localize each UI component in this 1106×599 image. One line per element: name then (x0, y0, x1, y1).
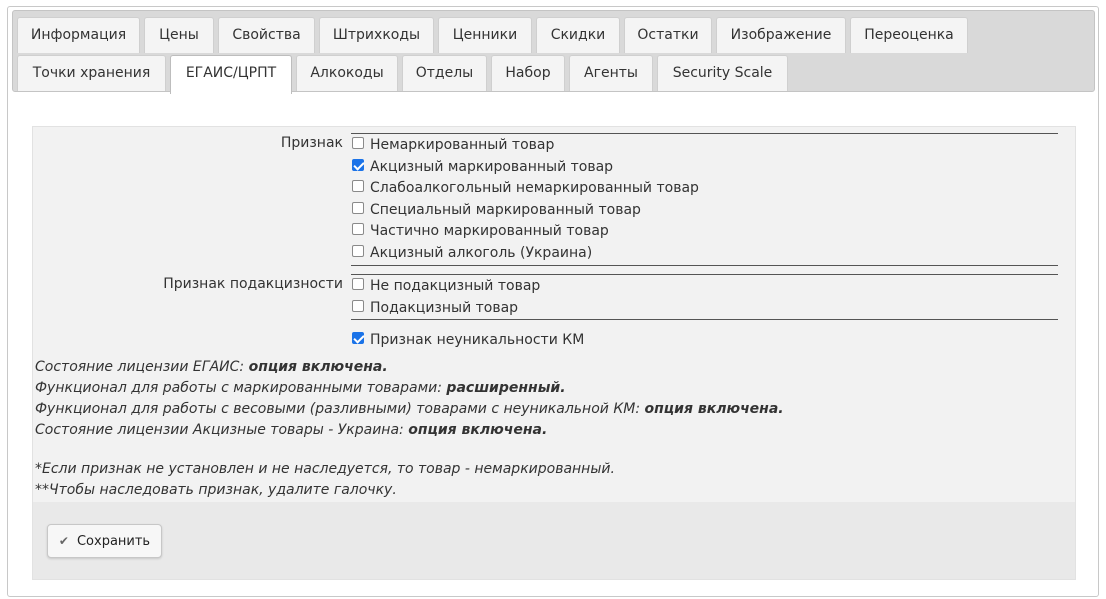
group-divider (351, 274, 1058, 275)
tab-tochki-hraneniya[interactable]: Точки хранения (17, 55, 166, 91)
group-divider (351, 319, 1058, 320)
group-divider (351, 265, 1058, 266)
save-button[interactable]: ✔ Сохранить (47, 524, 162, 558)
option-label: Подакцизный товар (370, 300, 519, 316)
check-icon: ✔ (58, 534, 69, 548)
checkbox[interactable] (352, 223, 364, 235)
tab-ceny[interactable]: Цены (144, 17, 214, 53)
tab-nabor[interactable]: Набор (491, 55, 565, 91)
note-unmarked: *Если признак не установлен и не наследу… (35, 461, 615, 477)
tab-otdely[interactable]: Отделы (402, 55, 487, 91)
option-not-excise[interactable]: Не подакцизный товар (352, 276, 540, 296)
option-label: Акцизный алкоголь (Украина) (370, 245, 593, 261)
checkbox[interactable] (352, 278, 364, 290)
checkbox-checked[interactable] (352, 159, 364, 171)
checkbox-checked[interactable] (352, 332, 364, 344)
note-inherit: **Чтобы наследовать признак, удалите гал… (35, 482, 397, 498)
tab-izobrazhenie[interactable]: Изображение (716, 17, 846, 53)
form-footer: ✔ Сохранить (33, 502, 1075, 579)
option-low-alcohol-unmarked[interactable]: Слабоалкогольный немаркированный товар (352, 178, 699, 198)
product-card-window: Информация Цены Свойства Штрихкоды Ценни… (7, 6, 1099, 597)
option-excise-marked[interactable]: Акцизный маркированный товар (352, 157, 613, 177)
option-excise[interactable]: Подакцизный товар (352, 298, 518, 318)
tab-agenty[interactable]: Агенты (569, 55, 653, 91)
option-label: Акцизный маркированный товар (370, 159, 614, 175)
podakciz-label: Признак подакцизности (163, 276, 343, 292)
checkbox[interactable] (352, 180, 364, 192)
option-label: Частично маркированный товар (370, 223, 609, 239)
checkbox[interactable] (352, 300, 364, 312)
tab-pereocenka[interactable]: Переоценка (850, 17, 968, 53)
tab-cenniki[interactable]: Ценники (438, 17, 532, 53)
tab-egais-crpt[interactable]: ЕГАИС/ЦРПТ (170, 55, 292, 94)
option-special-marked[interactable]: Специальный маркированный товар (352, 200, 641, 220)
egais-settings-panel: Признак Немаркированный товар Акцизный м… (32, 126, 1076, 580)
tab-skidki[interactable]: Скидки (536, 17, 620, 53)
info-weight-goods-functionality: Функционал для работы с весовыми (разлив… (35, 401, 784, 417)
tab-security-scale[interactable]: Security Scale (657, 55, 788, 91)
info-egais-license: Состояние лицензии ЕГАИС: опция включена… (35, 359, 388, 375)
option-label: Слабоалкогольный немаркированный товар (370, 180, 699, 196)
tab-ostatki[interactable]: Остатки (624, 17, 712, 53)
checkbox[interactable] (352, 245, 364, 257)
option-label: Признак неуникальности КМ (370, 332, 585, 348)
option-label: Специальный маркированный товар (370, 202, 641, 218)
tab-shtrihkody[interactable]: Штрихкоды (319, 17, 434, 53)
option-label: Немаркированный товар (370, 137, 555, 153)
info-marked-goods-functionality: Функционал для работы с маркированными т… (35, 380, 566, 396)
option-label: Не подакцизный товар (370, 278, 541, 294)
tab-alkokody[interactable]: Алкокоды (296, 55, 398, 91)
tab-informaciya[interactable]: Информация (17, 17, 140, 53)
checkbox[interactable] (352, 137, 364, 149)
tab-bar: Информация Цены Свойства Штрихкоды Ценни… (12, 10, 1095, 94)
option-excise-alcohol-ukraine[interactable]: Акцизный алкоголь (Украина) (352, 243, 592, 263)
save-button-label: Сохранить (76, 533, 151, 549)
checkbox[interactable] (352, 202, 364, 214)
option-nonunique-km[interactable]: Признак неуникальности КМ (352, 330, 584, 350)
group-divider (351, 133, 1058, 134)
priznak-label: Признак (280, 135, 343, 151)
option-unmarked[interactable]: Немаркированный товар (352, 135, 554, 155)
info-ukraine-license: Состояние лицензии Акцизные товары - Укр… (35, 422, 548, 438)
option-partially-marked[interactable]: Частично маркированный товар (352, 221, 609, 241)
tab-svoystva[interactable]: Свойства (218, 17, 315, 53)
